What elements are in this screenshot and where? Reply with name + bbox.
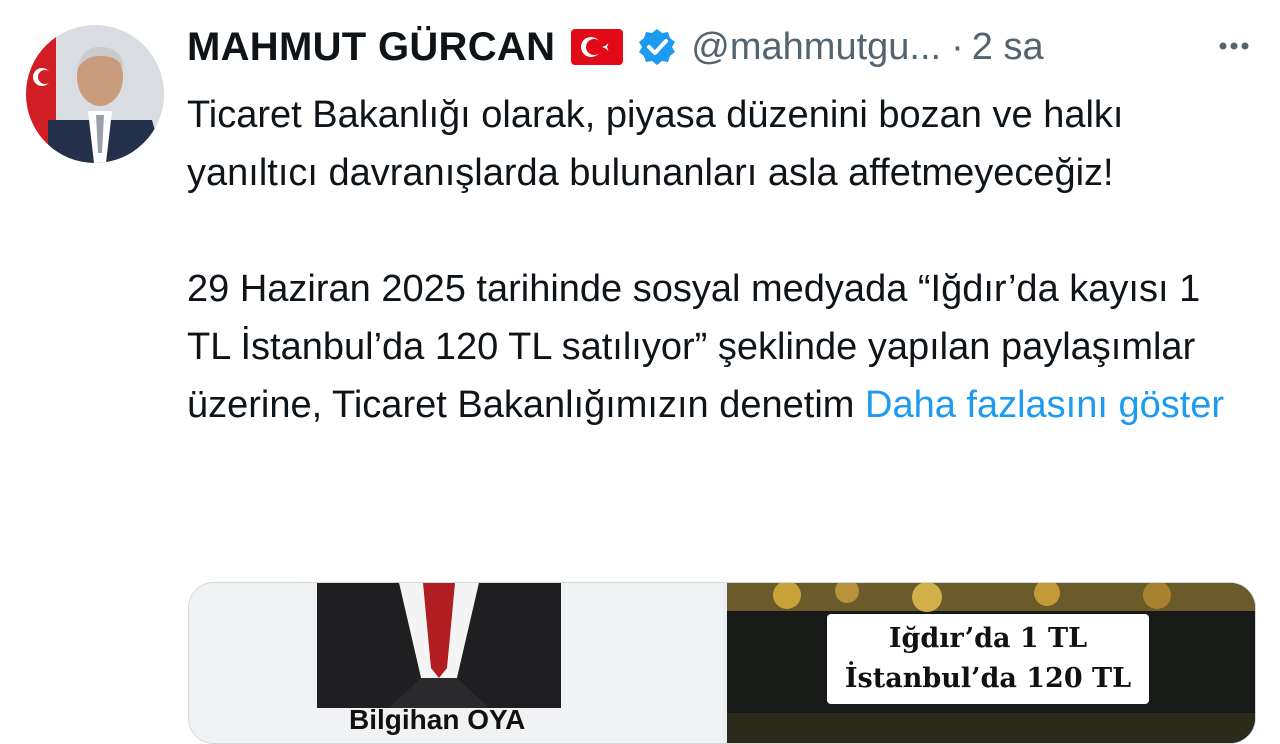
more-options-button[interactable] xyxy=(1214,26,1254,66)
show-more-link[interactable]: Daha fazlasını göster xyxy=(865,384,1224,426)
tweet-header: MAHMUT GÜRCAN @mahmutgu... · 2 sa xyxy=(187,20,1262,74)
author-handle[interactable]: @mahmutgu... xyxy=(691,26,941,69)
media-image-right[interactable]: Iğdır’da 1 TL İstanbul’da 120 TL xyxy=(727,583,1255,743)
tweet-timestamp[interactable]: 2 sa xyxy=(972,26,1044,69)
more-dots-icon xyxy=(1219,42,1249,50)
author-name[interactable]: MAHMUT GÜRCAN xyxy=(187,25,555,70)
overlay-line-2: İstanbul’da 120 TL xyxy=(844,663,1132,694)
tweet-text: Ticaret Bakanlığı olarak, piyasa düzenin… xyxy=(187,86,1247,434)
avatar[interactable] xyxy=(26,25,164,163)
separator-dot: · xyxy=(951,25,964,68)
overlay-line-1: Iğdır’da 1 TL xyxy=(888,623,1088,654)
turkey-flag-icon xyxy=(571,29,624,65)
tweet-paragraph-1: Ticaret Bakanlığı olarak, piyasa düzenin… xyxy=(187,94,1124,194)
verified-badge-icon[interactable] xyxy=(637,27,677,67)
image-caption-name: Bilgihan OYA xyxy=(349,704,526,735)
avatar-photo xyxy=(26,25,164,163)
price-overlay-box: Iğdır’da 1 TL İstanbul’da 120 TL xyxy=(827,614,1149,704)
media-image-left[interactable]: Bilgihan OYA xyxy=(189,583,723,743)
tweet-paragraph-2: 29 Haziran 2025 tarihinde sosyal medyada… xyxy=(187,260,1247,434)
